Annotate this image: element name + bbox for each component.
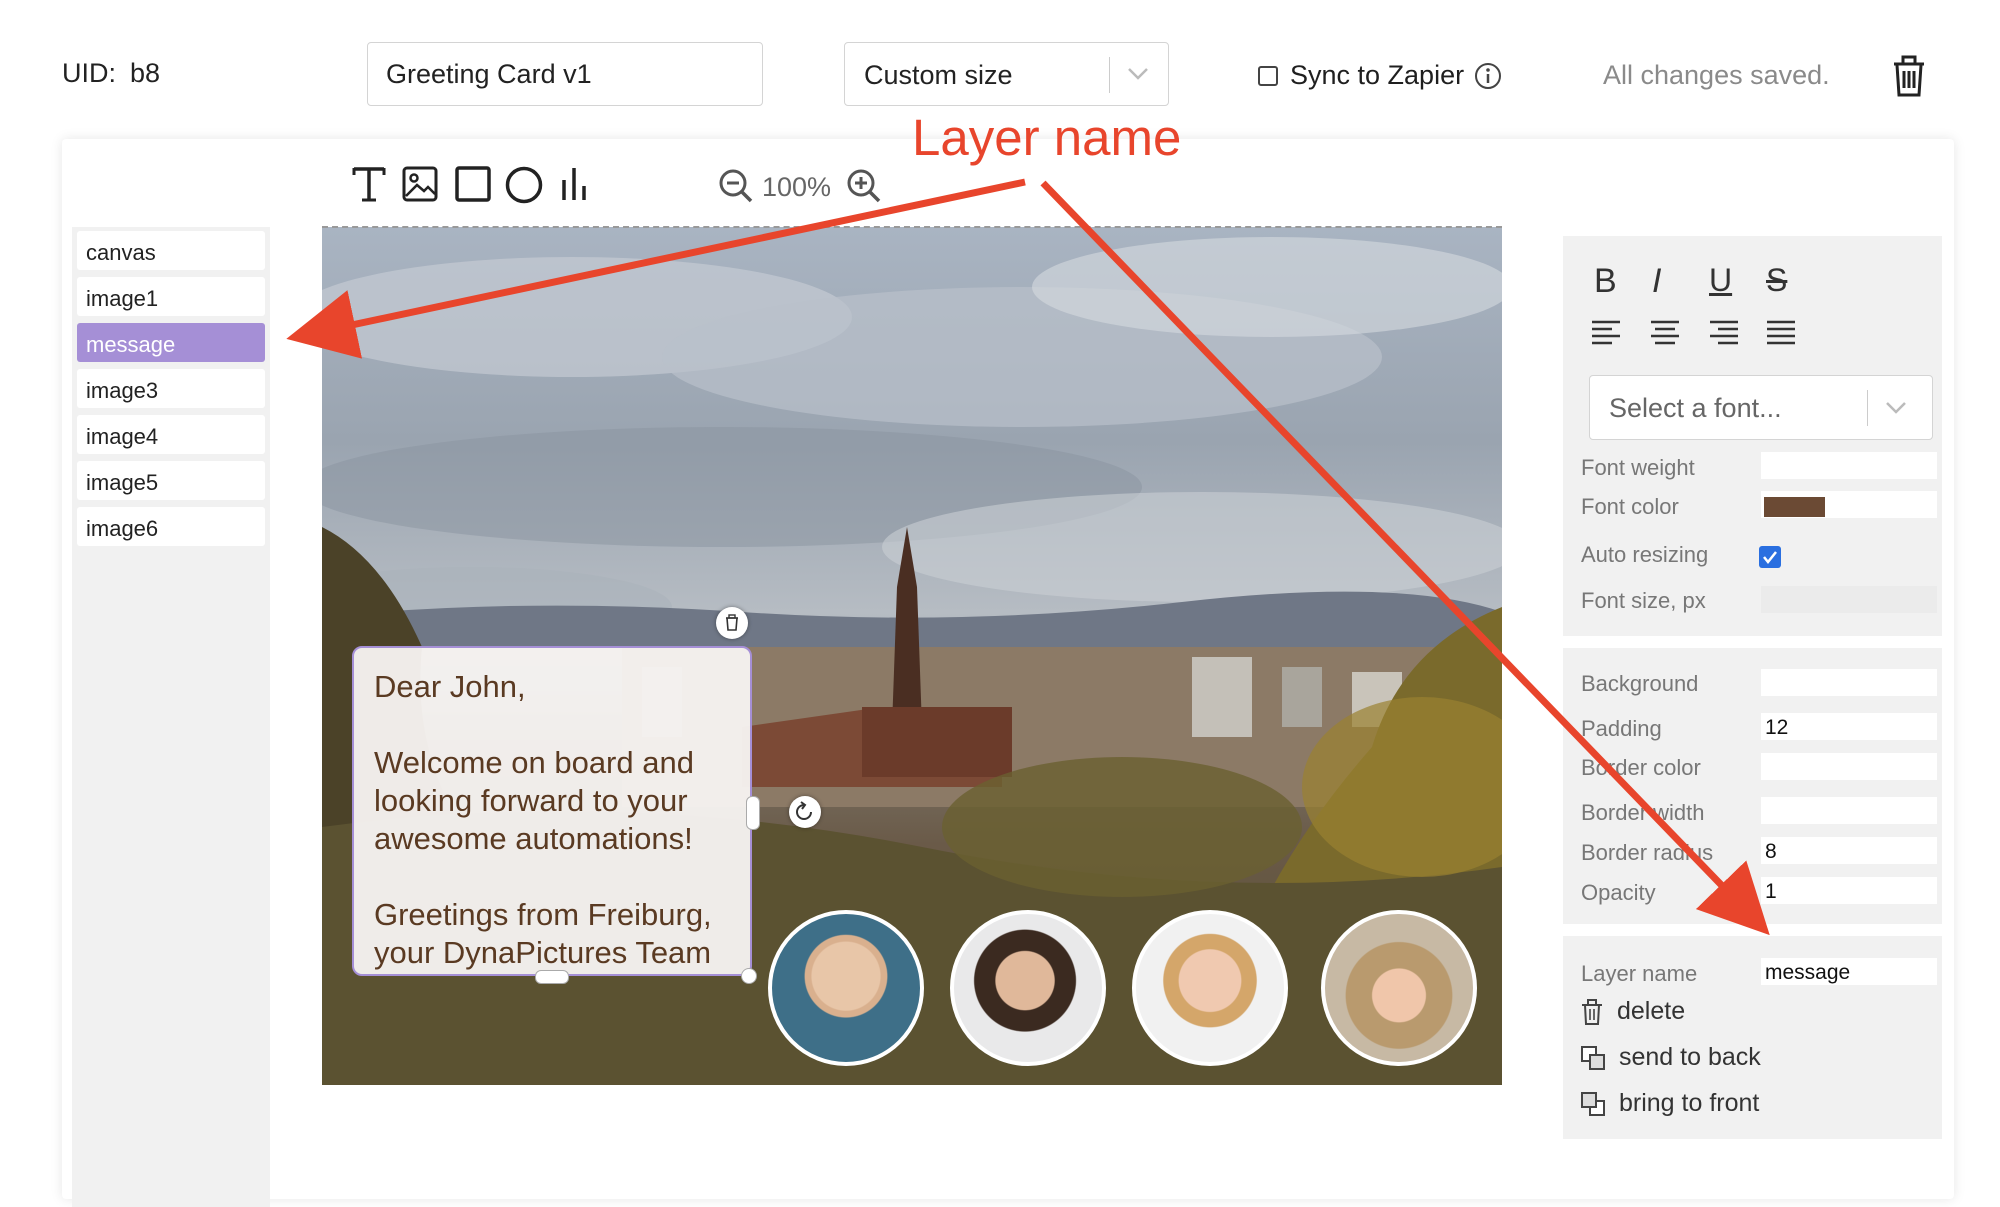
annotation-arrow-right bbox=[1040, 180, 1770, 936]
annotation-arrows bbox=[286, 178, 1770, 936]
annotation-arrow-left bbox=[286, 178, 1026, 359]
